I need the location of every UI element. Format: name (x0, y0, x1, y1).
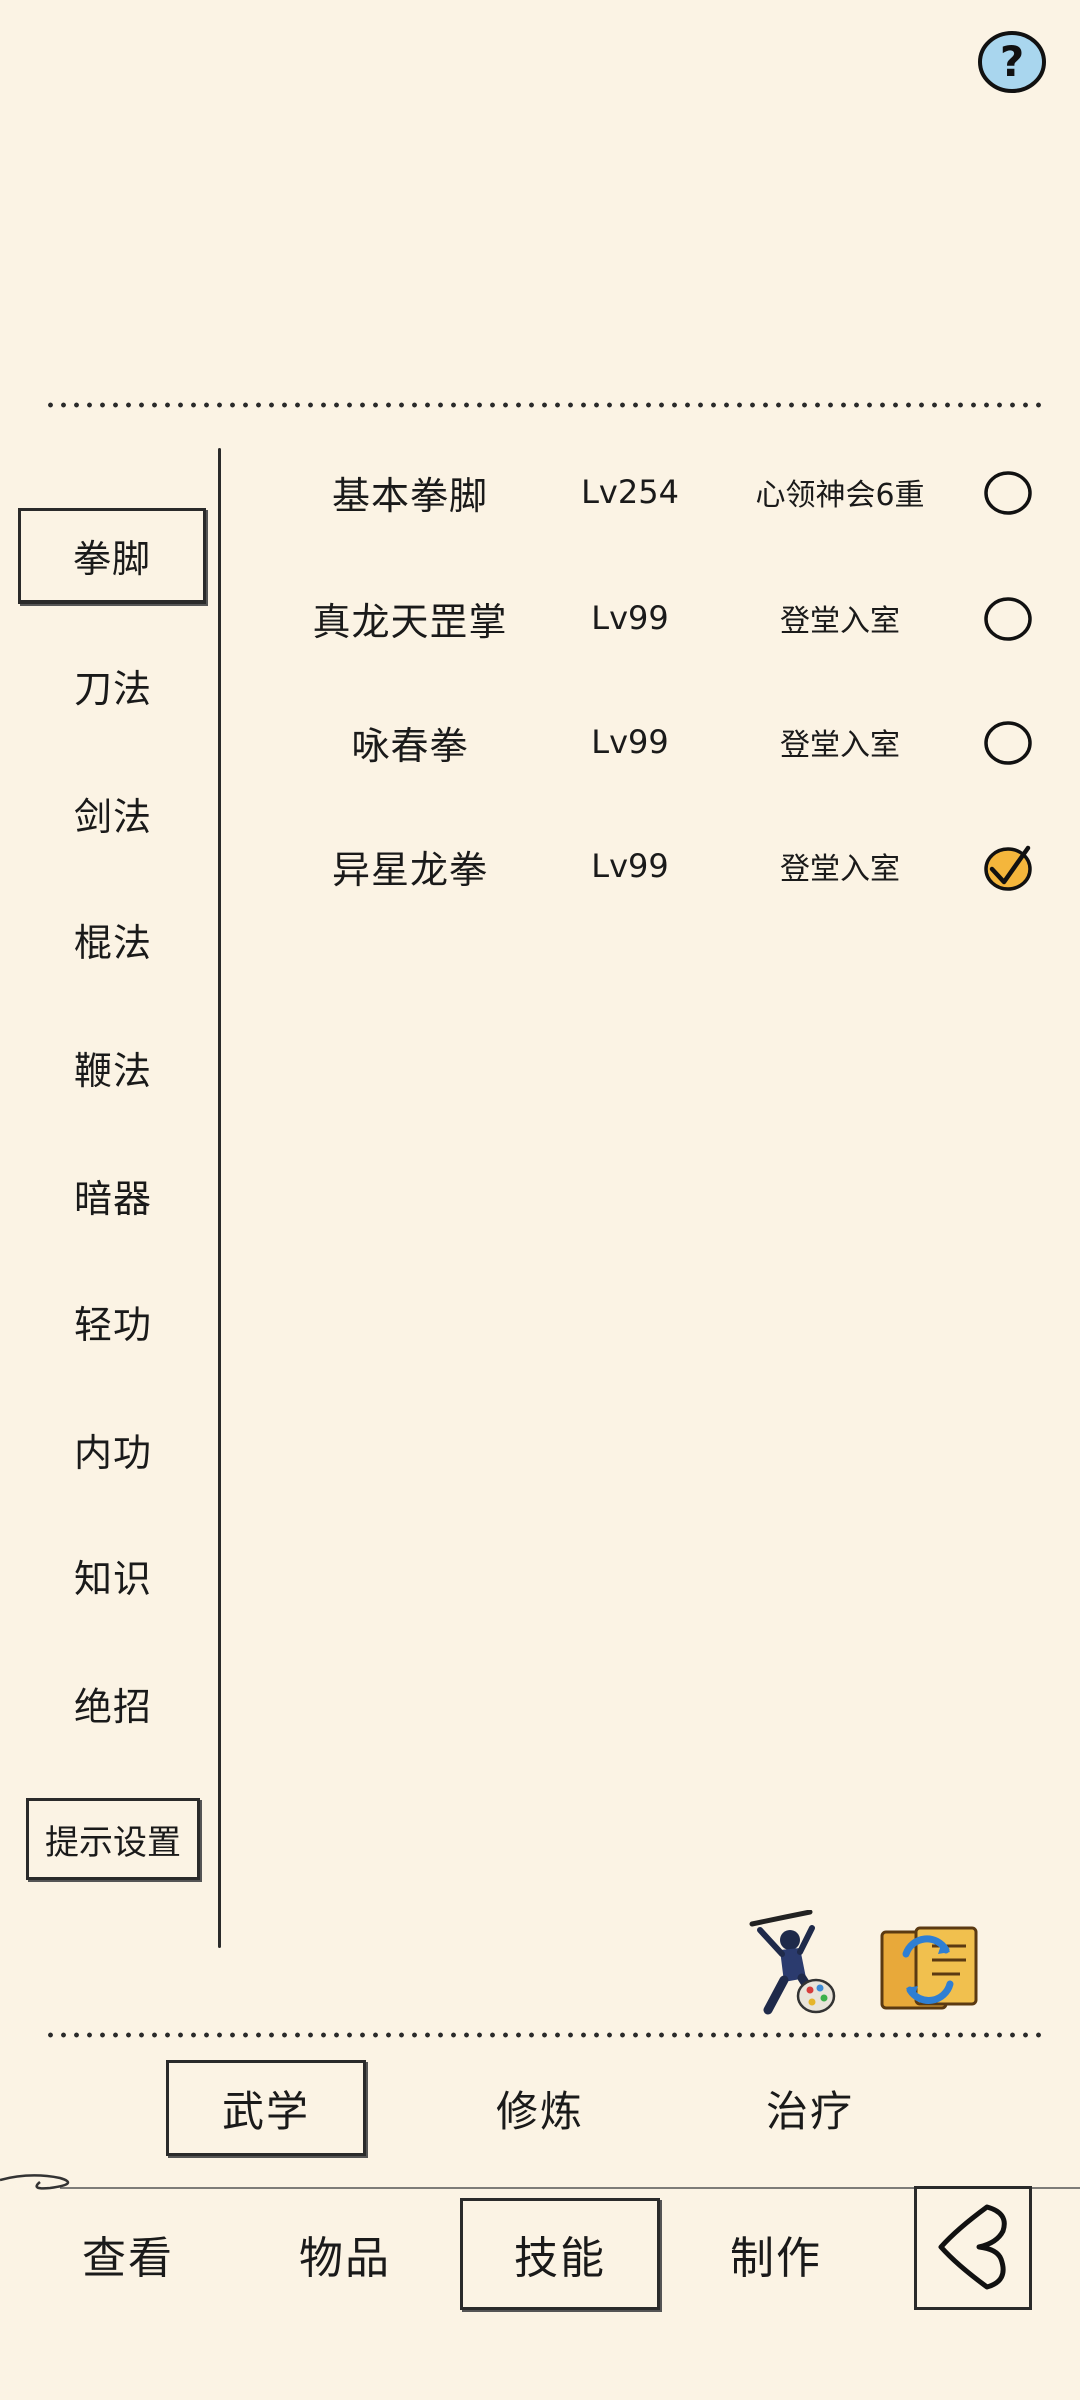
skill-row[interactable]: 基本拳脚 Lv254 心领神会6重 (230, 442, 1060, 542)
sidebar-divider (218, 448, 221, 1948)
sidebar-item-anqi[interactable]: 暗器 (18, 1150, 208, 1240)
skill-rank: 心领神会6重 (755, 478, 925, 513)
sidebar-item-zhishi[interactable]: 知识 (18, 1530, 208, 1620)
tab-zhiliao[interactable]: 治疗 (710, 2060, 910, 2156)
sidebar-item-jianfa[interactable]: 剑法 (18, 768, 208, 858)
skill-level: Lv99 (591, 723, 669, 761)
skill-rank: 登堂入室 (780, 728, 900, 763)
skill-row[interactable]: 异星龙拳 Lv99 登堂入室 (230, 816, 1060, 916)
skill-level: Lv254 (581, 473, 679, 511)
nav-zhizuo[interactable]: 制作 (676, 2198, 876, 2310)
top-divider (44, 402, 1044, 408)
sidebar-item-daofa[interactable]: 刀法 (18, 640, 208, 730)
tab-wuxue[interactable]: 武学 (166, 2060, 366, 2156)
back-arrow-icon (938, 2204, 1007, 2290)
skill-row[interactable]: 真龙天罡掌 Lv99 登堂入室 (230, 568, 1060, 668)
skill-level: Lv99 (591, 599, 669, 637)
skill-checkbox[interactable] (982, 594, 1034, 644)
skill-level: Lv99 (591, 847, 669, 885)
nav-chakan[interactable]: 查看 (28, 2198, 228, 2310)
book-swap-icon[interactable] (876, 1920, 982, 2016)
skill-checkbox-checked[interactable] (982, 842, 1034, 892)
skill-name: 异星龙拳 (331, 847, 488, 892)
skill-checkbox[interactable] (982, 718, 1034, 768)
skill-row[interactable]: 咏春拳 Lv99 登堂入室 (230, 692, 1060, 792)
skill-rank: 登堂入室 (780, 852, 900, 887)
nav-wupin[interactable]: 物品 (245, 2198, 445, 2310)
skill-rank: 登堂入室 (780, 604, 900, 639)
nav-jineng[interactable]: 技能 (460, 2198, 660, 2310)
svg-text:?: ? (1000, 37, 1024, 86)
help-button[interactable]: ? (977, 30, 1047, 94)
skill-name: 咏春拳 (351, 723, 469, 768)
martial-artist-icon[interactable] (740, 1910, 840, 2020)
skill-checkbox[interactable] (982, 468, 1034, 518)
skill-name: 基本拳脚 (331, 473, 488, 518)
sidebar-item-neigong[interactable]: 内功 (18, 1404, 208, 1494)
skill-name: 真龙天罡掌 (312, 599, 508, 644)
sidebar-item-juezhao[interactable]: 绝招 (18, 1658, 208, 1748)
bottom-divider (44, 2032, 1044, 2038)
sidebar-item-qinggong[interactable]: 轻功 (18, 1276, 208, 1366)
sidebar-item-gunfa[interactable]: 棍法 (18, 894, 208, 984)
question-icon: ? (978, 31, 1046, 93)
back-button[interactable] (914, 2186, 1032, 2310)
sidebar-item-quanjiao[interactable]: 拳脚 (18, 508, 206, 604)
tab-xiulian[interactable]: 修炼 (440, 2060, 640, 2156)
sidebar-item-bianfa[interactable]: 鞭法 (18, 1022, 208, 1112)
tip-settings-button[interactable]: 提示设置 (26, 1798, 200, 1880)
